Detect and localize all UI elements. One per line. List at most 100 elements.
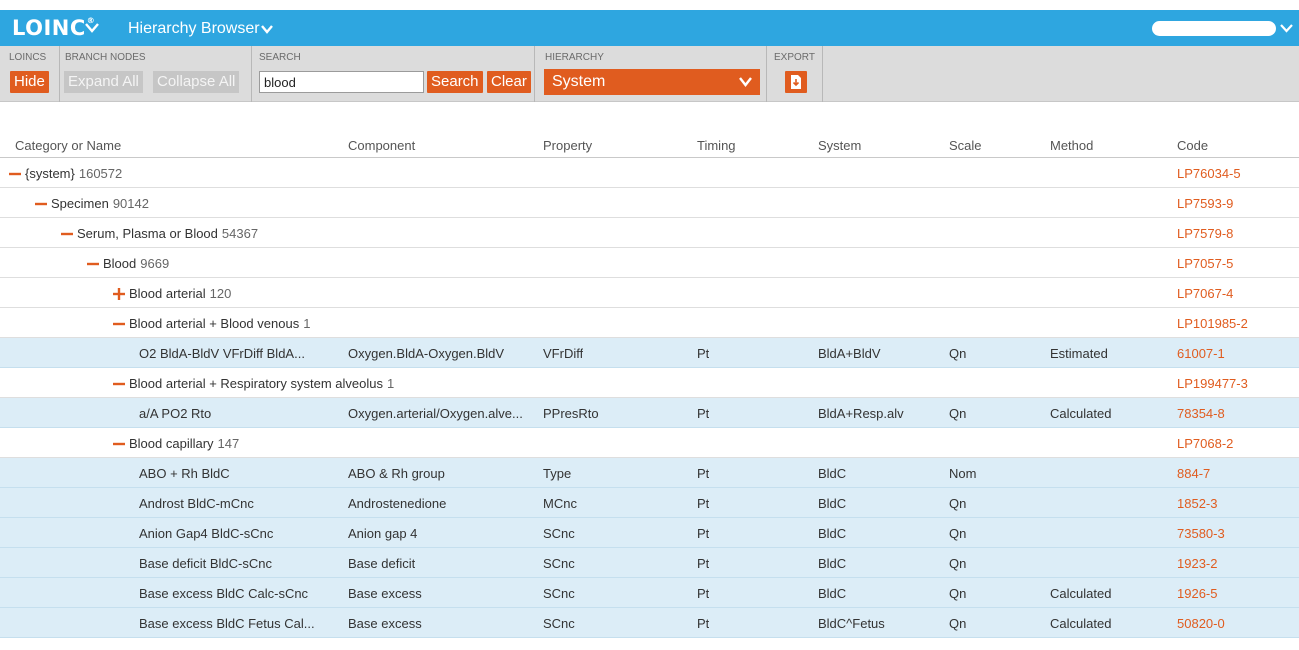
code-link[interactable]: 1852-3 (1177, 496, 1217, 511)
name-cell: Blood arterial 120 (113, 286, 231, 301)
code-link[interactable]: LP7068-2 (1177, 436, 1233, 451)
name-cell: Serum, Plasma or Blood 54367 (61, 226, 258, 241)
code-link[interactable]: 61007-1 (1177, 346, 1225, 361)
hierarchy-node-row[interactable]: Blood 9669 LP7057-5 (0, 248, 1299, 278)
chevron-down-icon[interactable] (1280, 24, 1293, 33)
column-header-property[interactable]: Property (543, 138, 592, 153)
scale-cell: Qn (949, 526, 967, 541)
chevron-down-icon[interactable] (85, 23, 99, 33)
component-cell: ABO & Rh group (348, 466, 445, 481)
search-button[interactable]: Search (427, 71, 483, 93)
term-name[interactable]: a/A PO2 Rto (139, 406, 211, 421)
hierarchy-node-row[interactable]: Serum, Plasma or Blood 54367 LP7579-8 (0, 218, 1299, 248)
system-cell: BldC (818, 556, 847, 571)
hierarchy-table: Category or Name Component Property Timing S… (0, 131, 1299, 638)
code-link[interactable]: LP7579-8 (1177, 226, 1233, 241)
loinc-logo[interactable]: LOINC® (12, 16, 95, 40)
term-name[interactable]: Base deficit BldC-sCnc (139, 556, 272, 571)
scale-cell: Qn (949, 556, 967, 571)
expand-all-button[interactable]: Expand All (64, 71, 143, 93)
hierarchy-node-row[interactable]: Blood arterial + Blood venous 1 LP101985-2 (0, 308, 1299, 338)
node-name: Blood (103, 256, 137, 271)
component-cell: Anion gap 4 (348, 526, 418, 541)
collapse-minus-icon[interactable] (87, 258, 99, 270)
term-name[interactable]: O2 BldA-BldV VFrDiff BldA... (139, 346, 305, 361)
column-header-component[interactable]: Component (348, 138, 415, 153)
scale-cell: Qn (949, 496, 967, 511)
node-count: 1 (303, 316, 311, 331)
column-header-scale[interactable]: Scale (949, 138, 982, 153)
property-cell: SCnc (543, 586, 575, 601)
loinc-term-row[interactable]: a/A PO2 Rto Oxygen.arterial/Oxygen.alve..… (0, 398, 1299, 428)
loinc-term-row[interactable]: Base deficit BldC-sCnc Base deficit SCnc Pt… (0, 548, 1299, 578)
collapse-minus-icon[interactable] (35, 198, 47, 210)
code-link[interactable]: 73580-3 (1177, 526, 1225, 541)
loinc-term-row[interactable]: ABO + Rh BldC ABO & Rh group Type Pt BldC Nom… (0, 458, 1299, 488)
node-name: Serum, Plasma or Blood (77, 226, 218, 241)
column-header-method[interactable]: Method (1050, 138, 1093, 153)
app-title[interactable]: Hierarchy Browser (128, 20, 260, 38)
property-cell: SCnc (543, 526, 575, 541)
system-cell: BldA+Resp.alv (818, 406, 904, 421)
loinc-term-row[interactable]: O2 BldA-BldV VFrDiff BldA... Oxygen.BldA-… (0, 338, 1299, 368)
hide-button[interactable]: Hide (10, 71, 49, 93)
top-bar: LOINC® Hierarchy Browser (0, 10, 1299, 46)
code-link[interactable]: LP76034-5 (1177, 166, 1241, 181)
term-name[interactable]: Base excess BldC Calc-sCnc (139, 586, 308, 601)
hierarchy-node-row[interactable]: Blood arterial 120 LP7067-4 (0, 278, 1299, 308)
column-header-system[interactable]: System (818, 138, 861, 153)
code-link[interactable]: LP199477-3 (1177, 376, 1248, 391)
component-cell: Base excess (348, 586, 422, 601)
code-link[interactable]: LP7067-4 (1177, 286, 1233, 301)
hierarchy-select[interactable]: System (544, 69, 760, 95)
export-button[interactable] (785, 71, 807, 93)
property-cell: MCnc (543, 496, 577, 511)
loinc-term-row[interactable]: Anion Gap4 BldC-sCnc Anion gap 4 SCnc Pt Bld… (0, 518, 1299, 548)
code-link[interactable]: 50820-0 (1177, 616, 1225, 631)
collapse-minus-icon[interactable] (9, 168, 21, 180)
node-name: Blood arterial (129, 286, 206, 301)
name-cell: O2 BldA-BldV VFrDiff BldA... (139, 346, 305, 361)
hierarchy-node-row[interactable]: Blood capillary 147 LP7068-2 (0, 428, 1299, 458)
code-link[interactable]: 78354-8 (1177, 406, 1225, 421)
collapse-minus-icon[interactable] (61, 228, 73, 240)
column-header-name[interactable]: Category or Name (15, 138, 121, 153)
clear-button[interactable]: Clear (487, 71, 531, 93)
term-name[interactable]: Base excess BldC Fetus Cal... (139, 616, 315, 631)
hierarchy-node-row[interactable]: Blood arterial + Respiratory system alve… (0, 368, 1299, 398)
name-cell: {system} 160572 (9, 166, 122, 181)
loinc-term-row[interactable]: Base excess BldC Fetus Cal... Base excess… (0, 608, 1299, 638)
collapse-minus-icon[interactable] (113, 378, 125, 390)
name-cell: Androst BldC-mCnc (139, 496, 254, 511)
hierarchy-node-row[interactable]: {system} 160572 LP76034-5 (0, 158, 1299, 188)
code-link[interactable]: 884-7 (1177, 466, 1210, 481)
code-link[interactable]: 1926-5 (1177, 586, 1217, 601)
collapse-minus-icon[interactable] (113, 438, 125, 450)
collapse-all-button[interactable]: Collapse All (153, 71, 240, 93)
hierarchy-node-row[interactable]: Specimen 90142 LP7593-9 (0, 188, 1299, 218)
node-count: 147 (217, 436, 240, 451)
export-label: EXPORT (774, 52, 815, 63)
user-account-menu[interactable] (1152, 21, 1276, 36)
node-count: 120 (209, 286, 232, 301)
code-link[interactable]: 1923-2 (1177, 556, 1217, 571)
expand-plus-icon[interactable] (113, 287, 125, 300)
name-cell: Specimen 90142 (35, 196, 149, 211)
term-name[interactable]: Anion Gap4 BldC-sCnc (139, 526, 273, 541)
column-header-timing[interactable]: Timing (697, 138, 736, 153)
node-name: Blood arterial + Blood venous (129, 316, 300, 331)
code-link[interactable]: LP101985-2 (1177, 316, 1248, 331)
chevron-down-icon[interactable] (261, 25, 273, 34)
collapse-minus-icon[interactable] (113, 318, 125, 330)
loinc-term-row[interactable]: Base excess BldC Calc-sCnc Base excess SCn… (0, 578, 1299, 608)
search-input[interactable] (259, 71, 424, 93)
code-link[interactable]: LP7057-5 (1177, 256, 1233, 271)
term-name[interactable]: Androst BldC-mCnc (139, 496, 254, 511)
code-link[interactable]: LP7593-9 (1177, 196, 1233, 211)
name-cell: Blood 9669 (87, 256, 169, 271)
scale-cell: Qn (949, 586, 967, 601)
method-cell: Estimated (1050, 346, 1108, 361)
term-name[interactable]: ABO + Rh BldC (139, 466, 230, 481)
column-header-code[interactable]: Code (1177, 138, 1208, 153)
loinc-term-row[interactable]: Androst BldC-mCnc Androstenedione MCnc Pt Bl… (0, 488, 1299, 518)
